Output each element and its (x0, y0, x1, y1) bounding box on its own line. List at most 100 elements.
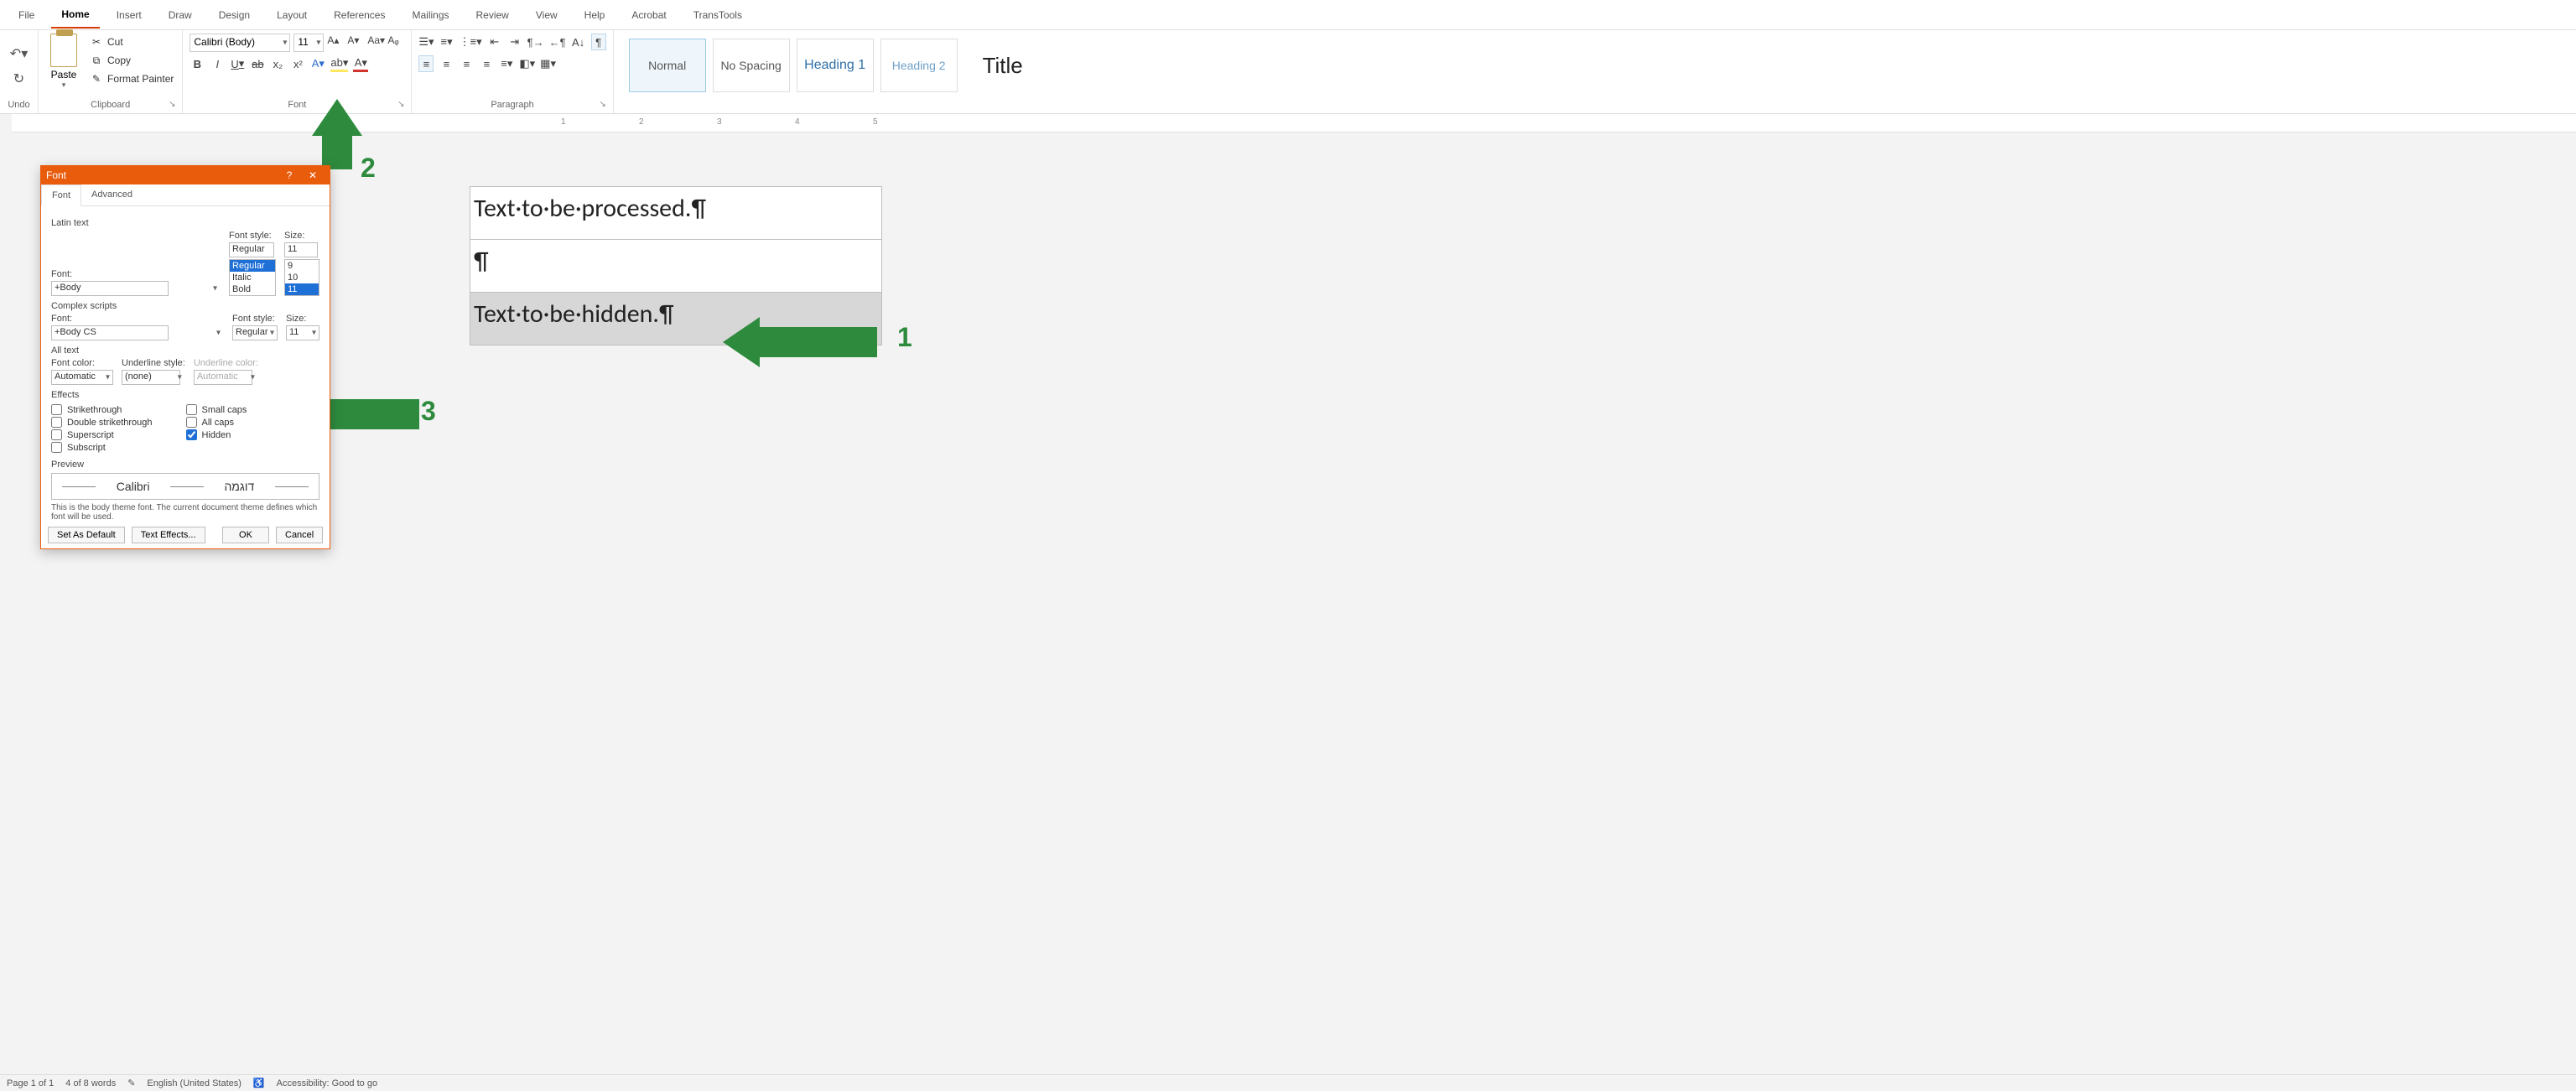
tab-mailings[interactable]: Mailings (402, 3, 459, 28)
sort-button[interactable]: A↓ (571, 34, 586, 50)
checkbox-subscript[interactable]: Subscript (51, 442, 153, 453)
dialog-close-button[interactable]: ✕ (301, 169, 325, 181)
complex-size-combo[interactable]: 11 (286, 325, 319, 340)
dialog-tab-font[interactable]: Font (41, 184, 81, 206)
tab-references[interactable]: References (324, 3, 395, 28)
borders-button[interactable]: ▦▾ (540, 55, 556, 72)
highlight-button[interactable]: ab▾ (330, 55, 348, 72)
tab-insert[interactable]: Insert (106, 3, 152, 28)
style-nospacing[interactable]: No Spacing (713, 39, 790, 92)
list-item[interactable]: Regular (230, 260, 275, 272)
bullets-button[interactable]: ☰▾ (418, 34, 434, 50)
paste-button[interactable]: Paste ▾ (45, 34, 82, 90)
text-effects-button[interactable]: Text Effects... (132, 527, 205, 543)
status-accessibility[interactable]: Accessibility: Good to go (277, 1078, 377, 1088)
latin-size-input[interactable]: 11 (284, 242, 318, 257)
list-item[interactable]: 10 (285, 272, 319, 283)
undo-button[interactable]: ↶▾ (8, 44, 29, 64)
underline-button[interactable]: U▾ (230, 55, 245, 72)
ruler[interactable]: 1 2 3 4 5 (12, 114, 2576, 132)
style-heading1[interactable]: Heading 1 (797, 39, 874, 92)
bold-button[interactable]: B (190, 55, 205, 72)
copy-button[interactable]: ⧉Copy (87, 52, 175, 69)
list-item[interactable]: Bold (230, 283, 275, 295)
status-words[interactable]: 4 of 8 words (65, 1078, 116, 1088)
rtl-button[interactable]: ←¶ (549, 34, 566, 50)
latin-style-list[interactable]: Regular Italic Bold (229, 259, 276, 296)
latin-size-list[interactable]: 9 10 11 (284, 259, 319, 296)
superscript-button[interactable]: x² (290, 55, 305, 72)
list-item[interactable]: Italic (230, 272, 275, 283)
checkbox-strikethrough[interactable]: Strikethrough (51, 404, 153, 415)
shading-button[interactable]: ◧▾ (519, 55, 535, 72)
change-case-button[interactable]: Aa▾ (367, 34, 384, 51)
spellcheck-icon[interactable]: ✎ (127, 1078, 135, 1088)
tab-home[interactable]: Home (51, 2, 99, 29)
list-item[interactable]: 9 (285, 260, 319, 272)
font-launcher[interactable]: ↘ (396, 100, 406, 110)
tab-file[interactable]: File (8, 3, 44, 28)
table-row[interactable]: ¶ (470, 240, 882, 293)
font-color-combo[interactable]: Automatic (51, 370, 113, 385)
font-size-combo[interactable]: 11 (293, 34, 324, 52)
align-center-button[interactable]: ≡ (439, 55, 454, 72)
align-right-button[interactable]: ≡ (459, 55, 474, 72)
strikethrough-button[interactable]: ab (250, 55, 265, 72)
accessibility-icon[interactable]: ♿ (253, 1078, 265, 1088)
tab-layout[interactable]: Layout (267, 3, 317, 28)
multilevel-button[interactable]: ⋮≡▾ (460, 34, 482, 50)
cancel-button[interactable]: Cancel (276, 527, 323, 543)
font-name-combo[interactable]: Calibri (Body) (190, 34, 290, 52)
dialog-titlebar[interactable]: Font ? ✕ (41, 166, 330, 184)
checkbox-superscript[interactable]: Superscript (51, 429, 153, 440)
status-language[interactable]: English (United States) (147, 1078, 242, 1088)
cut-button[interactable]: ✂Cut (87, 34, 175, 50)
redo-button[interactable]: ↻ (12, 69, 26, 89)
checkbox-hidden[interactable]: Hidden (186, 429, 247, 440)
latin-font-combo[interactable]: +Body (51, 281, 221, 296)
latin-style-input[interactable]: Regular (229, 242, 274, 257)
tab-acrobat[interactable]: Acrobat (621, 3, 676, 28)
show-hide-button[interactable]: ¶ (591, 34, 606, 50)
status-page[interactable]: Page 1 of 1 (7, 1078, 54, 1088)
clipboard-launcher[interactable]: ↘ (167, 100, 177, 110)
dialog-tab-advanced[interactable]: Advanced (81, 184, 143, 205)
ok-button[interactable]: OK (222, 527, 269, 543)
dialog-help-button[interactable]: ? (278, 169, 301, 181)
style-normal[interactable]: Normal (629, 39, 706, 92)
justify-button[interactable]: ≡ (479, 55, 494, 72)
complex-style-combo[interactable]: Regular (232, 325, 278, 340)
tab-transtools[interactable]: TransTools (683, 3, 752, 28)
list-item[interactable]: 11 (285, 283, 319, 295)
tab-draw[interactable]: Draw (158, 3, 202, 28)
decrease-indent-button[interactable]: ⇤ (487, 34, 502, 50)
subscript-button[interactable]: x₂ (270, 55, 285, 72)
checkbox-double-strikethrough[interactable]: Double strikethrough (51, 417, 153, 428)
checkbox-all-caps[interactable]: All caps (186, 417, 247, 428)
style-title[interactable]: Title (964, 39, 1041, 92)
table-row[interactable]: Text·to·be·processed.¶ (470, 186, 882, 240)
format-painter-button[interactable]: ✎Format Painter (87, 70, 175, 87)
tab-help[interactable]: Help (574, 3, 615, 28)
underline-style-combo[interactable]: (none) (122, 370, 185, 385)
align-left-button[interactable]: ≡ (418, 55, 434, 72)
shrink-font-button[interactable]: A▾ (347, 34, 364, 51)
set-default-button[interactable]: Set As Default (48, 527, 125, 543)
clear-formatting-button[interactable]: Aᵩ (387, 34, 404, 51)
checkbox-small-caps[interactable]: Small caps (186, 404, 247, 415)
tab-view[interactable]: View (526, 3, 568, 28)
grow-font-button[interactable]: A▴ (327, 34, 344, 51)
tab-review[interactable]: Review (466, 3, 519, 28)
chevron-down-icon[interactable]: ▾ (62, 81, 66, 90)
ltr-button[interactable]: ¶→ (527, 34, 544, 50)
paragraph-launcher[interactable]: ↘ (598, 100, 608, 110)
font-color-button[interactable]: A▾ (353, 55, 368, 72)
text-effects-button[interactable]: A▾ (310, 55, 325, 72)
line-spacing-button[interactable]: ≡▾ (499, 55, 514, 72)
italic-button[interactable]: I (210, 55, 225, 72)
numbering-button[interactable]: ≡▾ (439, 34, 454, 50)
complex-font-combo[interactable]: +Body CS (51, 325, 224, 340)
increase-indent-button[interactable]: ⇥ (507, 34, 522, 50)
tab-design[interactable]: Design (209, 3, 260, 28)
style-heading2[interactable]: Heading 2 (880, 39, 958, 92)
